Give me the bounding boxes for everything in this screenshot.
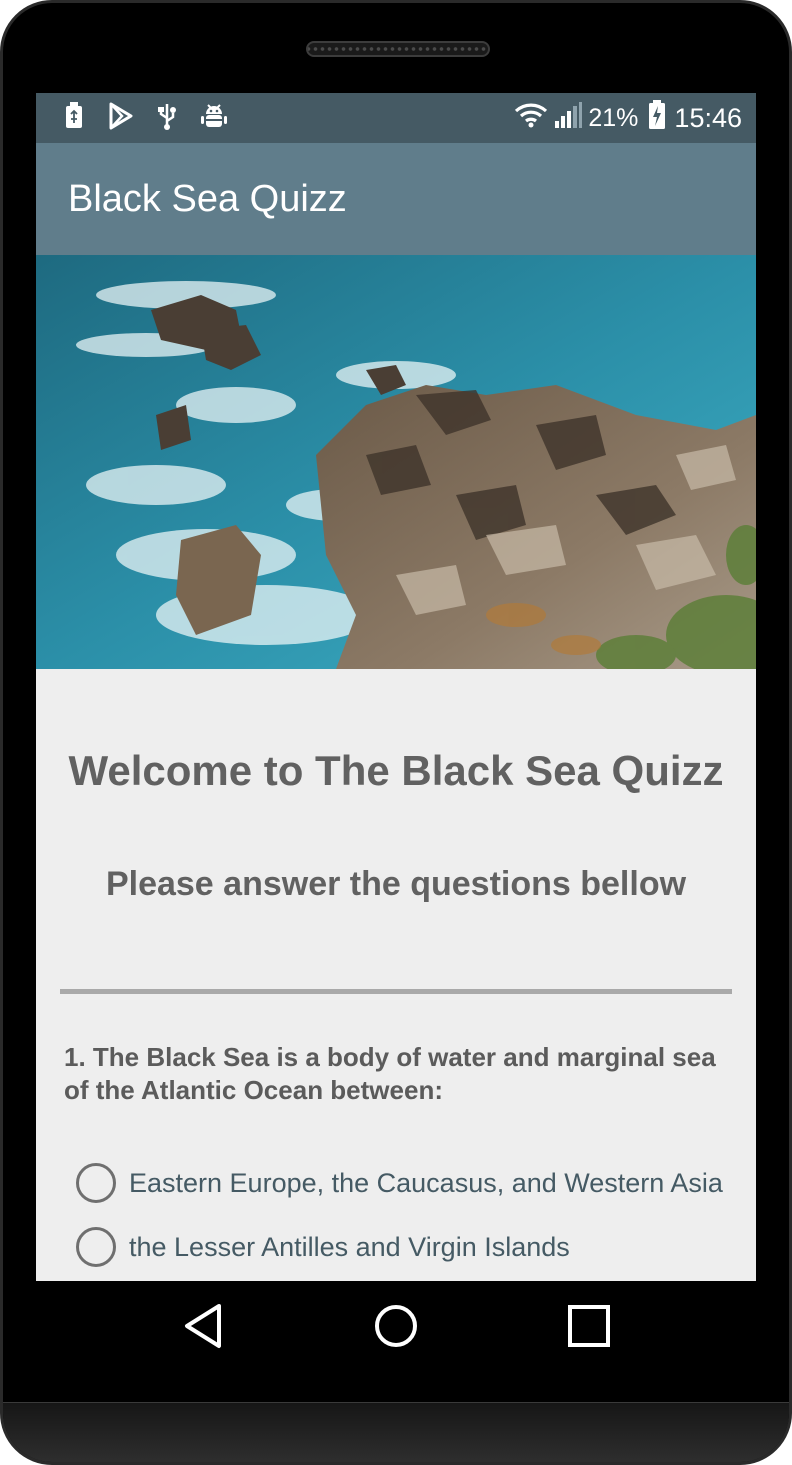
app-bar: Black Sea Quizz: [36, 143, 756, 255]
battery-percent: 21%: [588, 103, 639, 132]
android-debug-icon: [200, 102, 228, 135]
navigation-bar: [36, 1281, 756, 1371]
radio-button[interactable]: [76, 1227, 116, 1267]
back-icon[interactable]: [173, 1296, 233, 1356]
question-1-option-1[interactable]: Eastern Europe, the Caucasus, and Wester…: [76, 1163, 736, 1203]
welcome-heading: Welcome to The Black Sea Quizz: [68, 747, 724, 794]
sd-card-icon: [64, 101, 84, 135]
instructions-subtitle: Please answer the questions bellow: [105, 865, 687, 903]
home-icon[interactable]: [366, 1296, 426, 1356]
question-1-option-2[interactable]: the Lesser Antilles and Virgin Islands: [76, 1227, 736, 1267]
signal-icon: [554, 101, 583, 136]
app-title: Black Sea Quizz: [68, 177, 347, 220]
option-label: the Lesser Antilles and Virgin Islands: [129, 1231, 570, 1262]
question-1-text: 1. The Black Sea is a body of water and …: [64, 1042, 716, 1105]
recents-icon[interactable]: [559, 1296, 619, 1356]
play-store-icon: [108, 102, 134, 135]
battery-charging-icon: [648, 99, 666, 137]
clock: 15:46: [674, 102, 742, 133]
option-label: Eastern Europe, the Caucasus, and Wester…: [129, 1167, 723, 1198]
wifi-icon: [514, 102, 548, 135]
divider: [60, 989, 732, 994]
usb-icon: [158, 102, 176, 135]
status-bar: 21% 15:46: [36, 93, 756, 143]
speaker-grille: [306, 41, 490, 57]
coastline-image: [36, 255, 756, 669]
phone-chin: [3, 1402, 789, 1462]
radio-button[interactable]: [76, 1163, 116, 1203]
screen: 21% 15:46 Black Sea Quizz Welcome to The…: [36, 93, 756, 1281]
